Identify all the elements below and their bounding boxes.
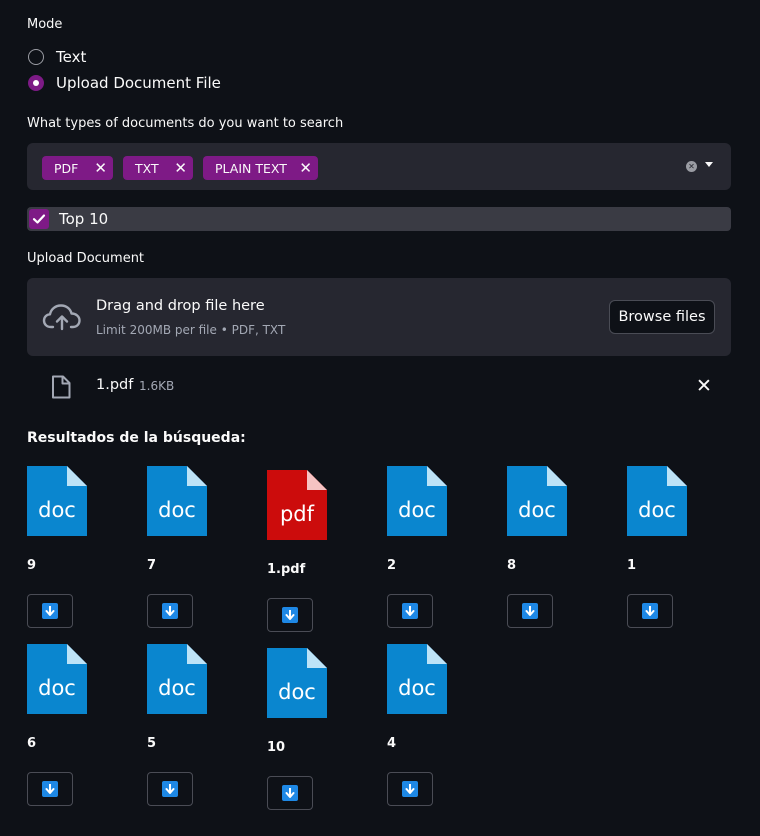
- checkmark-icon: [32, 214, 46, 224]
- chip-txt-label: TXT: [135, 160, 159, 176]
- top10-checkbox[interactable]: [29, 209, 49, 229]
- doc-file-icon: doc: [507, 466, 567, 536]
- pdf-file-icon: pdf: [267, 470, 327, 540]
- download-button[interactable]: [27, 594, 73, 628]
- doc-types-multiselect[interactable]: PDF ✕ TXT ✕ PLAIN TEXT ✕ ✕: [27, 143, 731, 190]
- doc-types-label: What types of documents do you want to s…: [27, 116, 344, 131]
- file-type-text: doc: [278, 680, 316, 704]
- file-type-text: doc: [158, 676, 196, 700]
- file-type-text: doc: [398, 498, 436, 522]
- radio-upload-document[interactable]: Upload Document File: [28, 74, 221, 92]
- doc-file-icon: doc: [267, 648, 327, 718]
- drag-drop-text: Drag and drop file here: [96, 298, 265, 314]
- download-arrow-icon: [42, 603, 58, 619]
- cloud-upload-icon: [42, 304, 81, 331]
- file-type-text: doc: [638, 498, 676, 522]
- radio-text-indicator[interactable]: [28, 49, 44, 65]
- download-arrow-icon: [402, 603, 418, 619]
- download-arrow-icon: [42, 781, 58, 797]
- result-name: 7: [147, 558, 157, 573]
- doc-file-icon: doc: [147, 466, 207, 536]
- doc-file-icon: doc: [387, 644, 447, 714]
- download-button[interactable]: [507, 594, 553, 628]
- doc-file-icon: doc: [27, 644, 87, 714]
- download-arrow-icon: [402, 781, 418, 797]
- chevron-down-icon[interactable]: [705, 162, 713, 167]
- download-arrow-icon: [522, 603, 538, 619]
- result-name: 6: [27, 736, 37, 751]
- doc-file-icon: doc: [147, 644, 207, 714]
- file-type-text: doc: [398, 676, 436, 700]
- download-button[interactable]: [27, 772, 73, 806]
- top10-checkbox-row[interactable]: Top 10: [27, 207, 731, 231]
- file-type-text: pdf: [280, 502, 315, 526]
- download-button[interactable]: [267, 776, 313, 810]
- chip-plain-text-remove-icon[interactable]: ✕: [299, 160, 312, 176]
- result-name: 4: [387, 736, 397, 751]
- file-type-text: doc: [38, 498, 76, 522]
- download-button[interactable]: [387, 594, 433, 628]
- chip-pdf-remove-icon[interactable]: ✕: [94, 160, 107, 176]
- result-name: 2: [387, 558, 397, 573]
- file-dropzone[interactable]: Drag and drop file here Limit 200MB per …: [27, 278, 731, 356]
- result-name: 1.pdf: [267, 562, 306, 577]
- doc-file-icon: doc: [387, 466, 447, 536]
- download-button[interactable]: [147, 772, 193, 806]
- result-name: 10: [267, 740, 286, 755]
- result-name: 8: [507, 558, 517, 573]
- file-type-text: doc: [518, 498, 556, 522]
- uploaded-file-name: 1.pdf: [96, 377, 134, 393]
- remove-file-icon[interactable]: ✕: [696, 375, 712, 397]
- chip-plain-text: PLAIN TEXT ✕: [203, 156, 318, 180]
- result-name: 5: [147, 736, 157, 751]
- radio-text[interactable]: Text: [28, 48, 86, 66]
- uploaded-file-size: 1.6KB: [139, 379, 175, 393]
- download-arrow-icon: [282, 785, 298, 801]
- radio-upload-label: Upload Document File: [56, 74, 221, 92]
- limit-text: Limit 200MB per file • PDF, TXT: [96, 323, 286, 337]
- file-icon: [52, 375, 71, 399]
- download-button[interactable]: [387, 772, 433, 806]
- download-button[interactable]: [627, 594, 673, 628]
- download-arrow-icon: [282, 607, 298, 623]
- results-heading: Resultados de la búsqueda:: [27, 430, 246, 446]
- download-arrow-icon: [162, 603, 178, 619]
- result-name: 9: [27, 558, 37, 573]
- file-type-text: doc: [158, 498, 196, 522]
- doc-file-icon: doc: [627, 466, 687, 536]
- radio-upload-indicator[interactable]: [28, 75, 44, 91]
- file-type-text: doc: [38, 676, 76, 700]
- download-button[interactable]: [267, 598, 313, 632]
- browse-files-button[interactable]: Browse files: [609, 300, 715, 334]
- radio-text-label: Text: [56, 48, 87, 66]
- chip-txt-remove-icon[interactable]: ✕: [174, 160, 187, 176]
- result-name: 1: [627, 558, 637, 573]
- mode-label: Mode: [27, 17, 63, 32]
- chip-txt: TXT ✕: [123, 156, 193, 180]
- chip-pdf: PDF ✕: [42, 156, 113, 180]
- chip-pdf-label: PDF: [54, 160, 79, 176]
- download-arrow-icon: [162, 781, 178, 797]
- top10-label: Top 10: [59, 210, 109, 228]
- download-button[interactable]: [147, 594, 193, 628]
- download-arrow-icon: [642, 603, 658, 619]
- chip-plain-text-label: PLAIN TEXT: [215, 160, 287, 176]
- clear-all-icon[interactable]: ✕: [686, 161, 697, 172]
- doc-file-icon: doc: [27, 466, 87, 536]
- upload-label: Upload Document: [27, 251, 145, 266]
